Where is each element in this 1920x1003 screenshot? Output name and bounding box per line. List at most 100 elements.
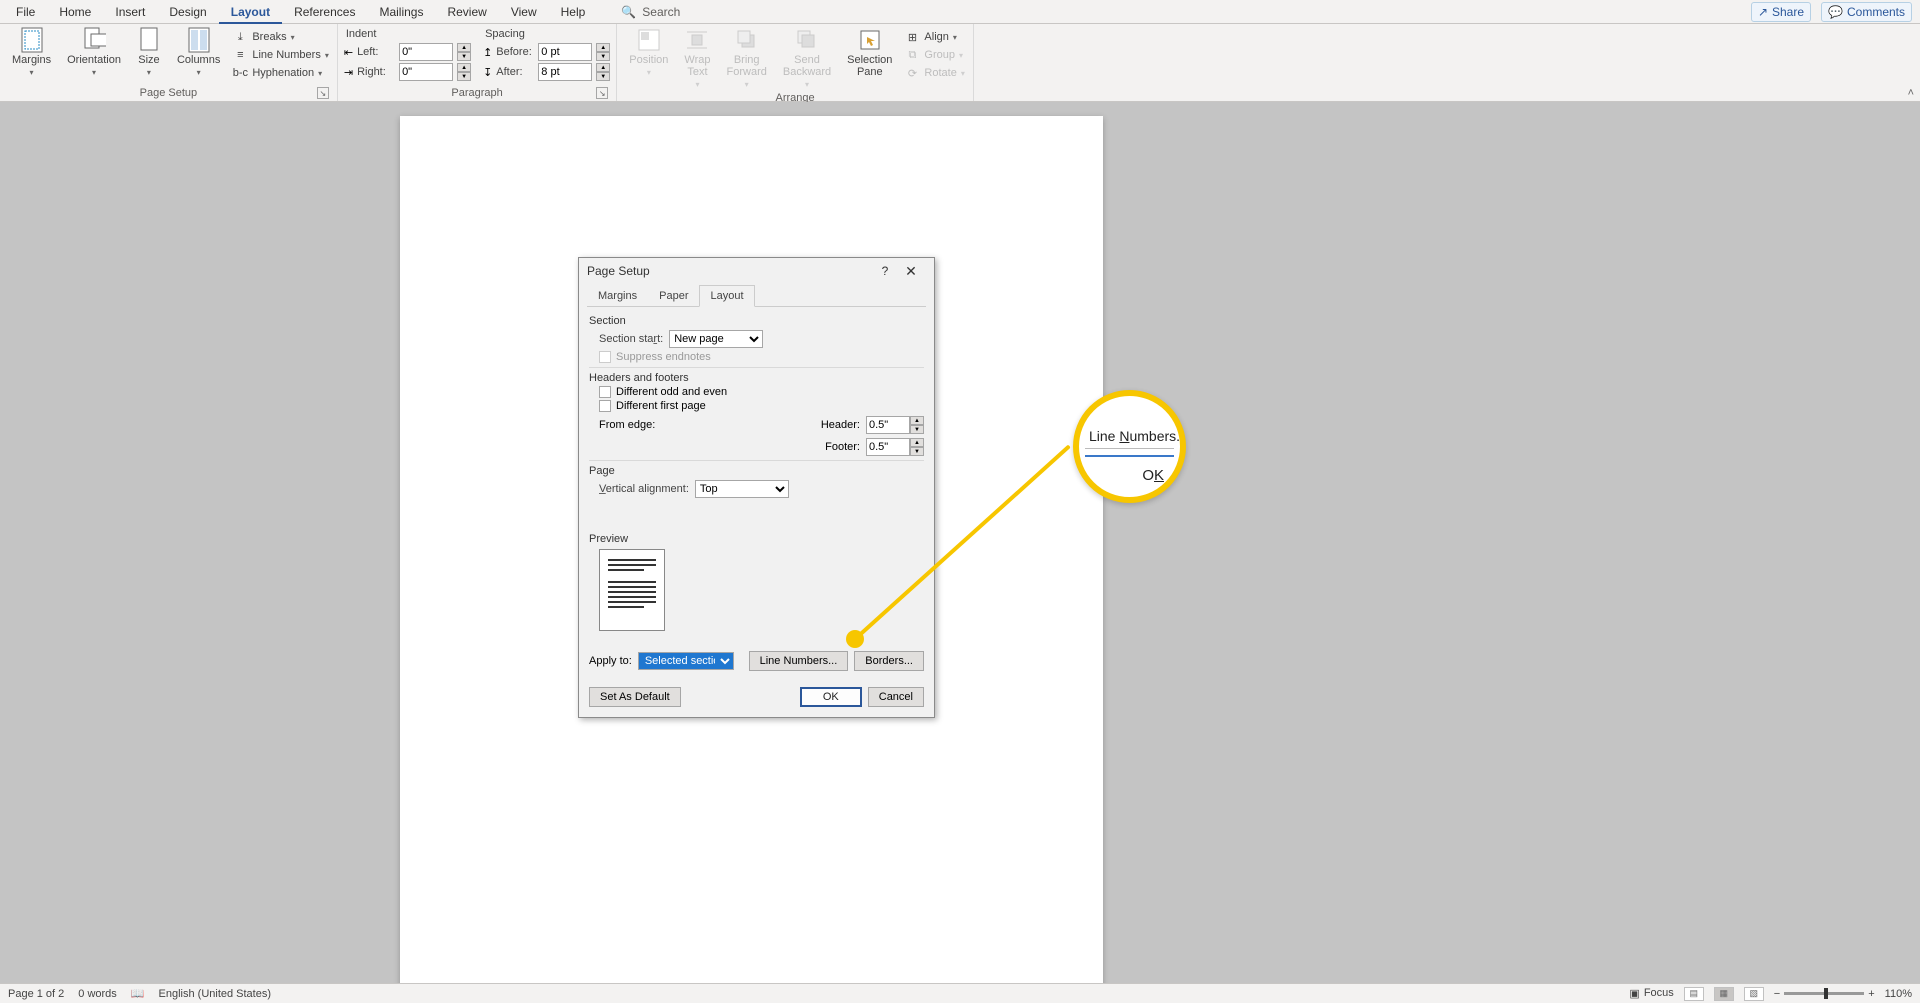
zoom-in-button[interactable]: + (1868, 988, 1874, 1000)
share-label: Share (1772, 5, 1804, 19)
indent-left-up[interactable]: ▲ (457, 43, 471, 52)
columns-button[interactable]: Columns (171, 26, 226, 79)
footer-distance-input[interactable] (866, 438, 910, 456)
dialog-help-button[interactable]: ? (874, 264, 896, 278)
status-page[interactable]: Page 1 of 2 (8, 988, 64, 1000)
indent-right-label: Right: (357, 66, 395, 78)
orientation-label: Orientation (67, 54, 121, 66)
tab-mailings[interactable]: Mailings (367, 0, 435, 24)
zoom-slider[interactable]: − + (1774, 988, 1875, 1000)
zoom-track[interactable] (1784, 992, 1864, 995)
dialog-titlebar[interactable]: Page Setup ? ✕ (579, 258, 934, 284)
size-button[interactable]: Size (131, 26, 167, 79)
suppress-endnotes-checkbox-row: Suppress endnotes (599, 351, 924, 363)
send-backward-icon (795, 28, 819, 52)
focus-mode-button[interactable]: ▣Focus (1629, 987, 1673, 1000)
zoom-level[interactable]: 110% (1885, 988, 1912, 1000)
position-button: Position (623, 26, 674, 79)
collapse-ribbon-button[interactable]: ˄ (1908, 87, 1914, 99)
wrap-text-button: Wrap Text (678, 26, 716, 91)
margins-label: Margins (12, 54, 51, 66)
tab-references[interactable]: References (282, 0, 367, 24)
spellcheck-icon: 📖 (131, 987, 145, 1000)
tab-review[interactable]: Review (435, 0, 498, 24)
dialog-tab-margins[interactable]: Margins (587, 285, 648, 307)
margins-icon (20, 28, 44, 52)
hyphenation-icon: b-c (232, 65, 248, 81)
align-label: Align (924, 31, 948, 43)
borders-dialog-button[interactable]: Borders... (854, 651, 924, 671)
suppress-endnotes-checkbox (599, 351, 611, 363)
footer-up[interactable]: ▲ (910, 438, 924, 447)
tab-layout[interactable]: Layout (219, 0, 282, 24)
tell-me-search[interactable]: 🔍 Search (609, 0, 692, 24)
indent-right-down[interactable]: ▼ (457, 72, 471, 81)
zoom-thumb[interactable] (1824, 988, 1828, 999)
paragraph-dialog-launcher[interactable]: ↘ (596, 87, 608, 99)
page-setup-dialog-launcher[interactable]: ↘ (317, 87, 329, 99)
line-numbers-button[interactable]: ≡Line Numbers (230, 46, 331, 64)
spacing-after-down[interactable]: ▼ (596, 72, 610, 81)
preview-label: Preview (589, 533, 924, 545)
header-down[interactable]: ▼ (910, 425, 924, 434)
spacing-after-label: After: (496, 66, 534, 78)
dialog-close-button[interactable]: ✕ (896, 263, 926, 280)
spacing-after-up[interactable]: ▲ (596, 63, 610, 72)
dialog-tab-paper[interactable]: Paper (648, 285, 699, 307)
tab-file[interactable]: File (4, 0, 47, 24)
diff-first-page-label: Different first page (616, 400, 706, 412)
indent-right-input[interactable] (399, 63, 453, 81)
page-section-label: Page (589, 465, 924, 477)
breaks-label: Breaks (252, 31, 286, 43)
breaks-button[interactable]: ⤓Breaks (230, 28, 331, 46)
zoom-out-button[interactable]: − (1774, 988, 1780, 1000)
header-distance-input[interactable] (866, 416, 910, 434)
indent-right-up[interactable]: ▲ (457, 63, 471, 72)
wrap-text-label: Wrap Text (684, 54, 710, 78)
line-numbers-dialog-button[interactable]: Line Numbers... (749, 651, 849, 671)
tab-insert[interactable]: Insert (103, 0, 157, 24)
spacing-after-input[interactable] (538, 63, 592, 81)
header-up[interactable]: ▲ (910, 416, 924, 425)
margins-button[interactable]: Margins (6, 26, 57, 79)
web-layout-button[interactable]: ▧ (1744, 987, 1764, 1001)
align-button[interactable]: ⊞ Align (902, 28, 966, 46)
diff-odd-even-row[interactable]: Different odd and even (599, 386, 924, 398)
indent-left-input[interactable] (399, 43, 453, 61)
status-spellcheck[interactable]: 📖 (131, 987, 145, 1000)
align-icon: ⊞ (904, 29, 920, 45)
valign-select[interactable]: Top (695, 480, 789, 498)
rotate-button: ⟳Rotate (902, 64, 966, 82)
status-language[interactable]: English (United States) (159, 988, 272, 1000)
spacing-before-up[interactable]: ▲ (596, 43, 610, 52)
dialog-tab-layout[interactable]: Layout (699, 285, 754, 307)
footer-down[interactable]: ▼ (910, 447, 924, 456)
tab-design[interactable]: Design (157, 0, 218, 24)
bring-forward-label: Bring Forward (727, 54, 767, 78)
print-layout-button[interactable]: ▦ (1714, 987, 1734, 1001)
hyphenation-button[interactable]: b-cHyphenation (230, 64, 331, 82)
comments-button[interactable]: 💬Comments (1821, 2, 1912, 22)
cancel-button[interactable]: Cancel (868, 687, 924, 707)
spacing-before-input[interactable] (538, 43, 592, 61)
indent-left-down[interactable]: ▼ (457, 52, 471, 61)
tab-help[interactable]: Help (549, 0, 598, 24)
tab-home[interactable]: Home (47, 0, 103, 24)
ok-button[interactable]: OK (800, 687, 862, 707)
line-numbers-label: Line Numbers (252, 49, 320, 61)
spacing-before-down[interactable]: ▼ (596, 52, 610, 61)
read-mode-button[interactable]: ▤ (1684, 987, 1704, 1001)
apply-to-select[interactable]: Selected sections (638, 652, 734, 670)
tab-view[interactable]: View (499, 0, 549, 24)
section-start-label: Section start: (599, 333, 663, 345)
diff-first-page-checkbox[interactable] (599, 400, 611, 412)
diff-odd-even-checkbox[interactable] (599, 386, 611, 398)
section-start-select[interactable]: New page (669, 330, 763, 348)
orientation-button[interactable]: Orientation (61, 26, 127, 79)
status-words[interactable]: 0 words (78, 988, 117, 1000)
indent-header: Indent (344, 28, 471, 42)
set-as-default-button[interactable]: Set As Default (589, 687, 681, 707)
diff-first-page-row[interactable]: Different first page (599, 400, 924, 412)
share-button[interactable]: ↗Share (1751, 2, 1811, 22)
selection-pane-button[interactable]: Selection Pane (841, 26, 898, 80)
